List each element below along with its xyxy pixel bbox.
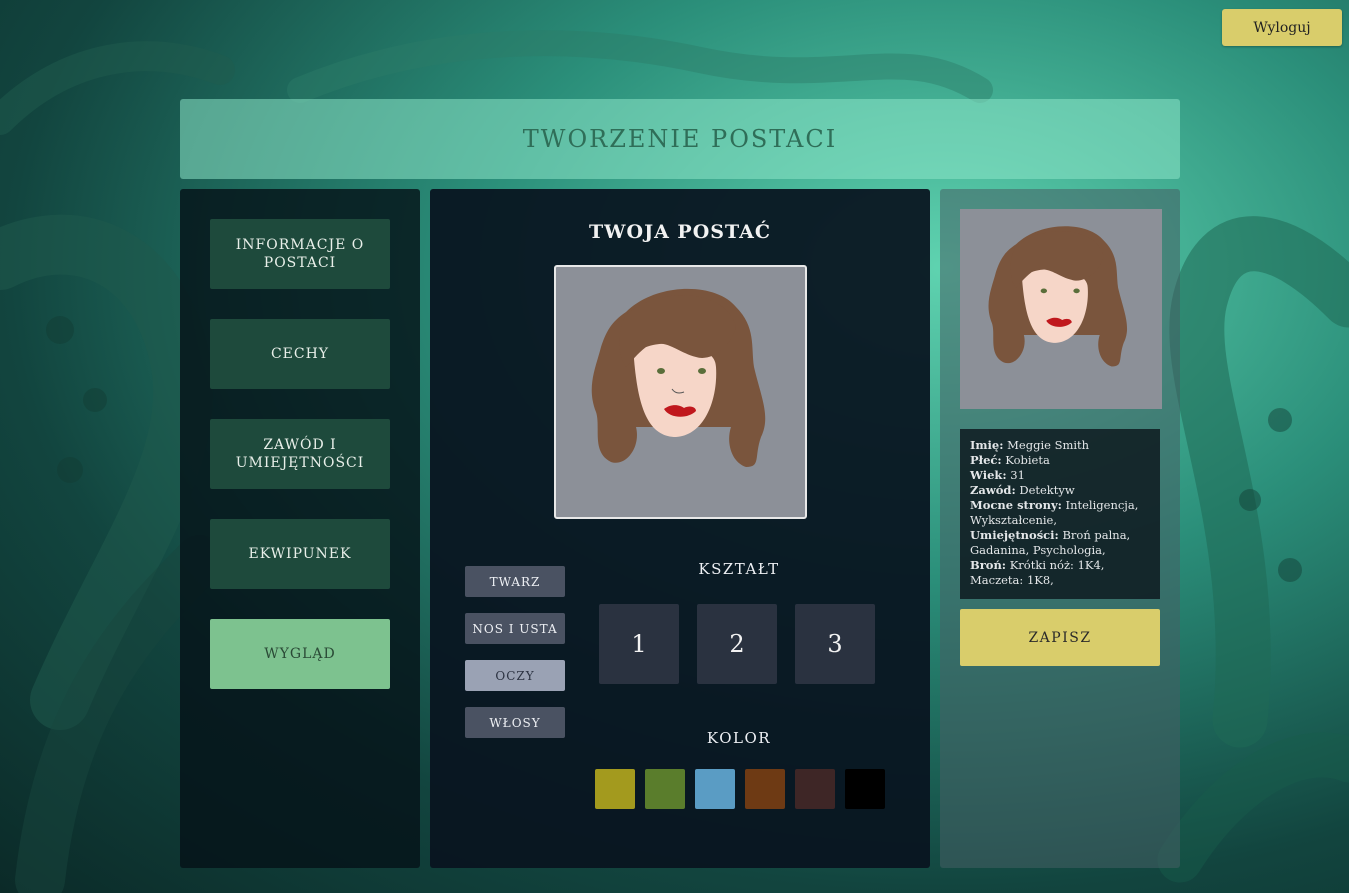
portrait-drawing bbox=[591, 288, 766, 467]
portrait-thumbnail bbox=[960, 209, 1162, 409]
left-eye bbox=[657, 368, 665, 374]
color-label: KOLOR bbox=[706, 729, 772, 747]
character-info-box: Imię: Meggie Smith Płeć: Kobieta Wiek: 3… bbox=[960, 429, 1160, 599]
sidebar-item-equipment[interactable]: EKWIPUNEK bbox=[210, 519, 390, 589]
info-gender: Płeć: Kobieta bbox=[970, 453, 1050, 467]
right-eye bbox=[698, 368, 706, 374]
sidebar-item-character-info[interactable]: INFORMACJE O POSTACI bbox=[210, 219, 390, 289]
appearance-editor: TWOJA POSTAĆ TWARZ NOS I USTA OCZY WŁOSY… bbox=[430, 189, 930, 868]
category-face-button[interactable]: TWARZ bbox=[465, 566, 565, 597]
color-swatch-dark-brown[interactable] bbox=[795, 769, 835, 809]
thumbnail-drawing bbox=[988, 226, 1128, 367]
character-summary: Imię: Meggie Smith Płeć: Kobieta Wiek: 3… bbox=[940, 189, 1180, 868]
shape-option-2[interactable]: 2 bbox=[697, 604, 777, 684]
page-title: TWORZENIE POSTACI bbox=[522, 125, 838, 153]
info-skills: Umiejętności: Broń palna, Gadanina, Psyc… bbox=[970, 528, 1131, 557]
character-portrait bbox=[554, 265, 807, 519]
sidebar-item-traits[interactable]: CECHY bbox=[210, 319, 390, 389]
shape-option-3[interactable]: 3 bbox=[795, 604, 875, 684]
color-swatch-green[interactable] bbox=[645, 769, 685, 809]
shape-label: KSZTAŁT bbox=[698, 560, 780, 578]
color-swatch-brown[interactable] bbox=[745, 769, 785, 809]
info-name: Imię: Meggie Smith bbox=[970, 438, 1090, 452]
color-swatch-olive[interactable] bbox=[595, 769, 635, 809]
category-hair-button[interactable]: WŁOSY bbox=[465, 707, 565, 738]
info-strengths: Mocne strony: Inteligencja, Wykształceni… bbox=[970, 498, 1139, 527]
info-profession: Zawód: Detektyw bbox=[970, 483, 1075, 497]
page-header: TWORZENIE POSTACI bbox=[180, 99, 1180, 179]
info-weapons: Broń: Krótki nóż: 1K4, Maczeta: 1K8, bbox=[970, 558, 1105, 587]
info-age: Wiek: 31 bbox=[970, 468, 1025, 482]
sidebar-item-profession-skills[interactable]: ZAWÓD I UMIEJĘTNOŚCI bbox=[210, 419, 390, 489]
sidebar-item-appearance[interactable]: WYGLĄD bbox=[210, 619, 390, 689]
color-swatch-black[interactable] bbox=[845, 769, 885, 809]
editor-title: TWOJA POSTAĆ bbox=[589, 221, 771, 243]
sidebar: INFORMACJE O POSTACI CECHY ZAWÓD I UMIEJ… bbox=[180, 189, 420, 868]
save-button[interactable]: ZAPISZ bbox=[960, 609, 1160, 666]
category-eyes-button[interactable]: OCZY bbox=[465, 660, 565, 691]
shape-option-1[interactable]: 1 bbox=[599, 604, 679, 684]
category-nose-mouth-button[interactable]: NOS I USTA bbox=[465, 613, 565, 644]
logout-button[interactable]: Wyloguj bbox=[1222, 9, 1342, 46]
color-swatch-blue[interactable] bbox=[695, 769, 735, 809]
